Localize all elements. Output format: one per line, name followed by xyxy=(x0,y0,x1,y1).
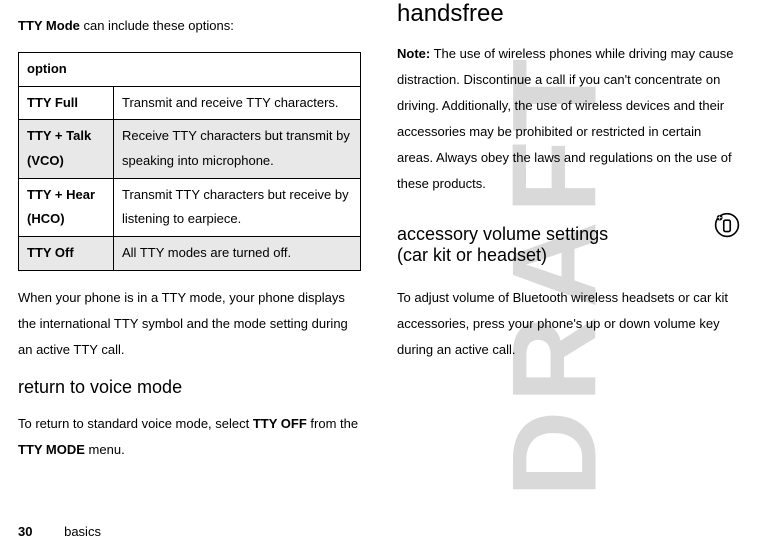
right-column: handsfree Note: The use of wireless phon… xyxy=(379,0,740,510)
accessory-body: To adjust volume of Bluetooth wireless h… xyxy=(397,285,740,363)
note-body: The use of wireless phones while driving… xyxy=(397,46,733,191)
intro-line: TTY Mode can include these options: xyxy=(18,13,361,39)
row-desc: All TTY modes are turned off. xyxy=(114,237,361,271)
page-number: 30 xyxy=(18,524,32,539)
return-body: To return to standard voice mode, select… xyxy=(18,411,361,463)
note-label: Note: xyxy=(397,46,430,61)
left-column: TTY Mode can include these options: opti… xyxy=(18,0,379,510)
tty-mode-menu-label: TTY MODE xyxy=(18,442,85,457)
row-label: TTY Full xyxy=(19,86,114,120)
tty-off-label: TTY OFF xyxy=(253,416,307,431)
return-a: To return to standard voice mode, select xyxy=(18,416,253,431)
row-label: TTY + Hear (HCO) xyxy=(19,178,114,236)
return-e: menu. xyxy=(85,442,125,457)
table-row: TTY Full Transmit and receive TTY charac… xyxy=(19,86,361,120)
accessory-heading-line1: accessory volume settings xyxy=(397,224,608,244)
accessory-icon xyxy=(714,212,740,241)
options-table: option TTY Full Transmit and receive TTY… xyxy=(18,52,361,271)
row-desc: Receive TTY characters but transmit by s… xyxy=(114,120,361,178)
table-header: option xyxy=(19,53,361,87)
accessory-heading-line2: (car kit or headset) xyxy=(397,245,547,265)
table-row: TTY Off All TTY modes are turned off. xyxy=(19,237,361,271)
post-table-text: When your phone is in a TTY mode, your p… xyxy=(18,285,361,363)
page-footer: 30 basics xyxy=(18,524,101,539)
tty-mode-label: TTY Mode xyxy=(18,18,80,33)
table-row: TTY + Hear (HCO) Transmit TTY characters… xyxy=(19,178,361,236)
note-paragraph: Note: The use of wireless phones while d… xyxy=(397,41,740,197)
handsfree-heading: handsfree xyxy=(397,0,740,28)
row-label: TTY Off xyxy=(19,237,114,271)
accessory-heading: accessory volume settings (car kit or he… xyxy=(397,224,740,266)
intro-suffix: can include these options: xyxy=(80,18,234,33)
row-desc: Transmit and receive TTY characters. xyxy=(114,86,361,120)
row-label: TTY + Talk (VCO) xyxy=(19,120,114,178)
return-heading: return to voice mode xyxy=(18,377,361,398)
table-row: TTY + Talk (VCO) Receive TTY characters … xyxy=(19,120,361,178)
row-desc: Transmit TTY characters but receive by l… xyxy=(114,178,361,236)
section-name: basics xyxy=(64,524,101,539)
return-c: from the xyxy=(307,416,358,431)
page-body: TTY Mode can include these options: opti… xyxy=(0,0,758,510)
